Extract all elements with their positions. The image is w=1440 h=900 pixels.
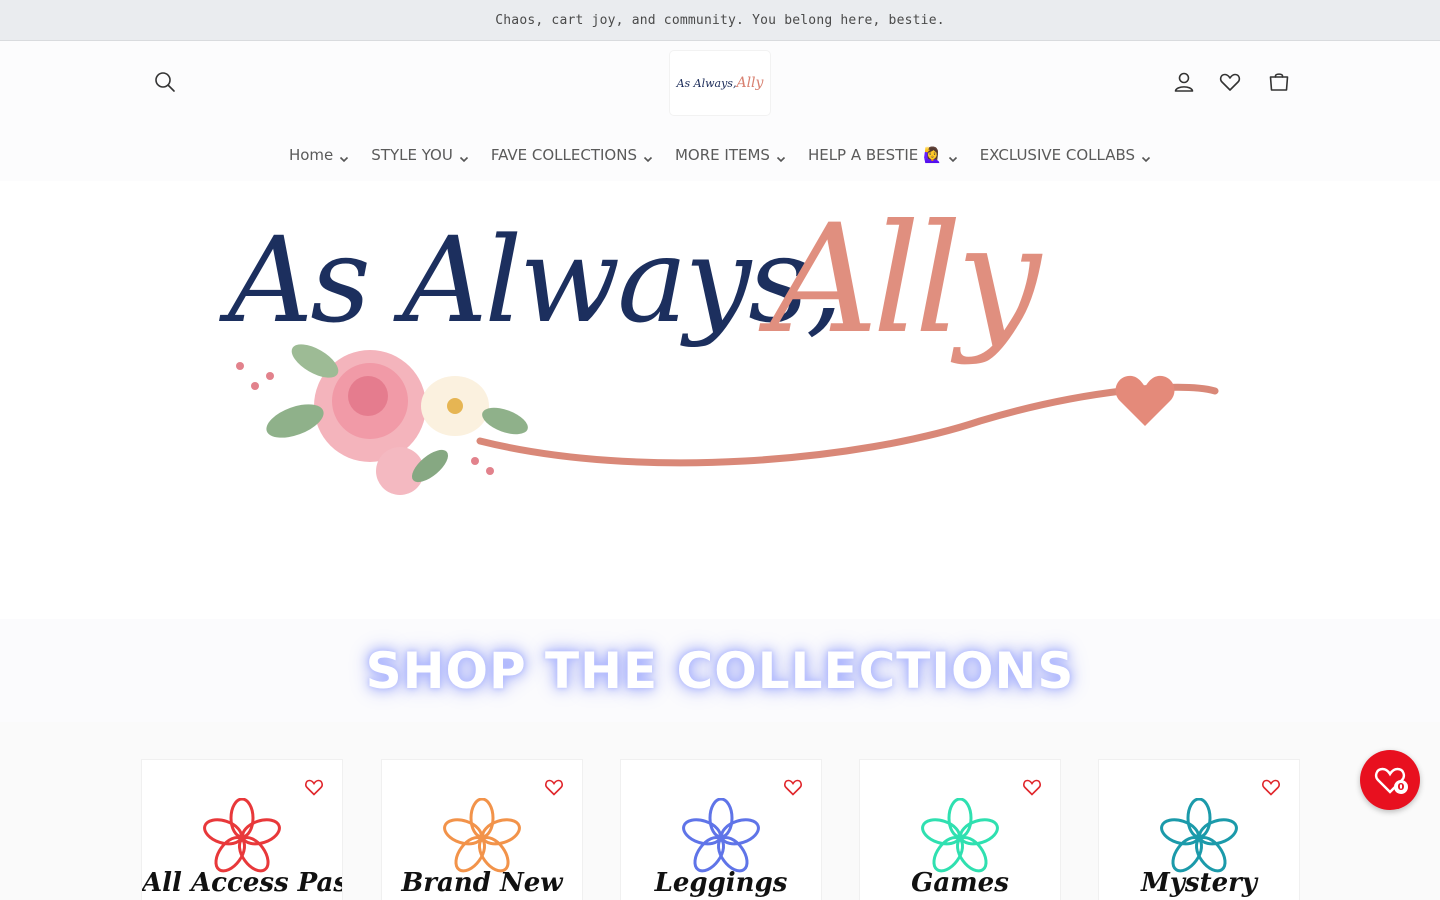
- heart-icon[interactable]: [1022, 778, 1042, 796]
- nav-style-you[interactable]: STYLE YOU: [371, 139, 469, 171]
- nav-label: EXCLUSIVE COLLABS: [979, 146, 1136, 164]
- hero-title-line-b: Ally: [770, 193, 1041, 367]
- chevron-down-icon: [459, 150, 469, 163]
- collection-label: Brand New: [401, 868, 563, 898]
- collection-card-all-access-pass[interactable]: All Access Pass: [142, 760, 342, 900]
- hero-banner: As Always, Ally: [0, 181, 1440, 619]
- nav-help-a-bestie[interactable]: HELP A BESTIE 🙋‍♀️: [808, 139, 958, 171]
- account-button[interactable]: [1168, 66, 1200, 98]
- search-icon: [155, 72, 175, 92]
- nav-label: MORE ITEMS: [674, 146, 770, 164]
- wishlist-icon: [1219, 73, 1241, 91]
- heart-icon: [1115, 375, 1175, 426]
- flower-icon: [202, 797, 282, 878]
- chevron-down-icon: [1141, 150, 1151, 163]
- main-navigation: Home STYLE YOU FAVE COLLECTIONS MORE ITE…: [0, 139, 1440, 171]
- announcement-text: Chaos, cart joy, and community. You belo…: [495, 12, 945, 28]
- site-header: As Always,Ally Home STYLE YOU FAVE COLLE…: [0, 41, 1440, 181]
- flower-icon: [442, 797, 522, 878]
- chevron-down-icon: [339, 150, 349, 163]
- chevron-down-icon: [776, 150, 786, 163]
- cart-icon: [1269, 73, 1289, 91]
- nav-label: STYLE YOU: [371, 146, 453, 164]
- collection-card-mystery[interactable]: Mystery: [1099, 760, 1299, 900]
- shop-heading-band: SHOP THE COLLECTIONS: [0, 619, 1440, 722]
- nav-label: HELP A BESTIE 🙋‍♀️: [807, 146, 942, 164]
- heart-icon[interactable]: [544, 778, 564, 796]
- nav-home[interactable]: Home: [289, 139, 349, 171]
- heart-icon[interactable]: [1261, 778, 1281, 796]
- search-button[interactable]: [149, 66, 181, 98]
- collection-label: All Access Pass: [142, 868, 342, 898]
- hero-title-line-a: As Always,: [228, 211, 843, 349]
- account-icon: [1174, 72, 1194, 92]
- collections-grid: All Access Pass Brand New Leggings Games…: [0, 722, 1440, 900]
- wishlist-count-badge: 0: [1394, 780, 1408, 794]
- chevron-down-icon: [948, 150, 958, 163]
- nav-label: FAVE COLLECTIONS: [490, 146, 637, 164]
- flower-icon: [1159, 797, 1239, 878]
- shop-title: SHOP THE COLLECTIONS: [365, 641, 1075, 700]
- heart-icon[interactable]: [304, 778, 324, 796]
- collection-label: Mystery: [1141, 868, 1257, 898]
- collection-card-leggings[interactable]: Leggings: [621, 760, 821, 900]
- flower-icon: [920, 797, 1000, 878]
- cart-button[interactable]: [1263, 66, 1295, 98]
- collection-label: Leggings: [654, 868, 788, 898]
- nav-fave-collections[interactable]: FAVE COLLECTIONS: [491, 139, 653, 171]
- wishlist-button[interactable]: [1214, 66, 1246, 98]
- chevron-down-icon: [643, 150, 653, 163]
- nav-more-items[interactable]: MORE ITEMS: [675, 139, 786, 171]
- floating-wishlist-button[interactable]: 0: [1360, 750, 1420, 810]
- logo-text: As Always,Ally: [676, 75, 764, 91]
- site-logo[interactable]: As Always,Ally: [670, 51, 770, 115]
- nav-exclusive-collabs[interactable]: EXCLUSIVE COLLABS: [980, 139, 1151, 171]
- collection-label: Games: [911, 868, 1009, 898]
- announcement-bar: Chaos, cart joy, and community. You belo…: [0, 0, 1440, 41]
- collection-card-games[interactable]: Games: [860, 760, 1060, 900]
- flower-icon: [681, 797, 761, 878]
- nav-label: Home: [288, 146, 334, 164]
- collection-card-brand-new[interactable]: Brand New: [382, 760, 582, 900]
- rose-icon: [236, 344, 528, 495]
- heart-icon[interactable]: [783, 778, 803, 796]
